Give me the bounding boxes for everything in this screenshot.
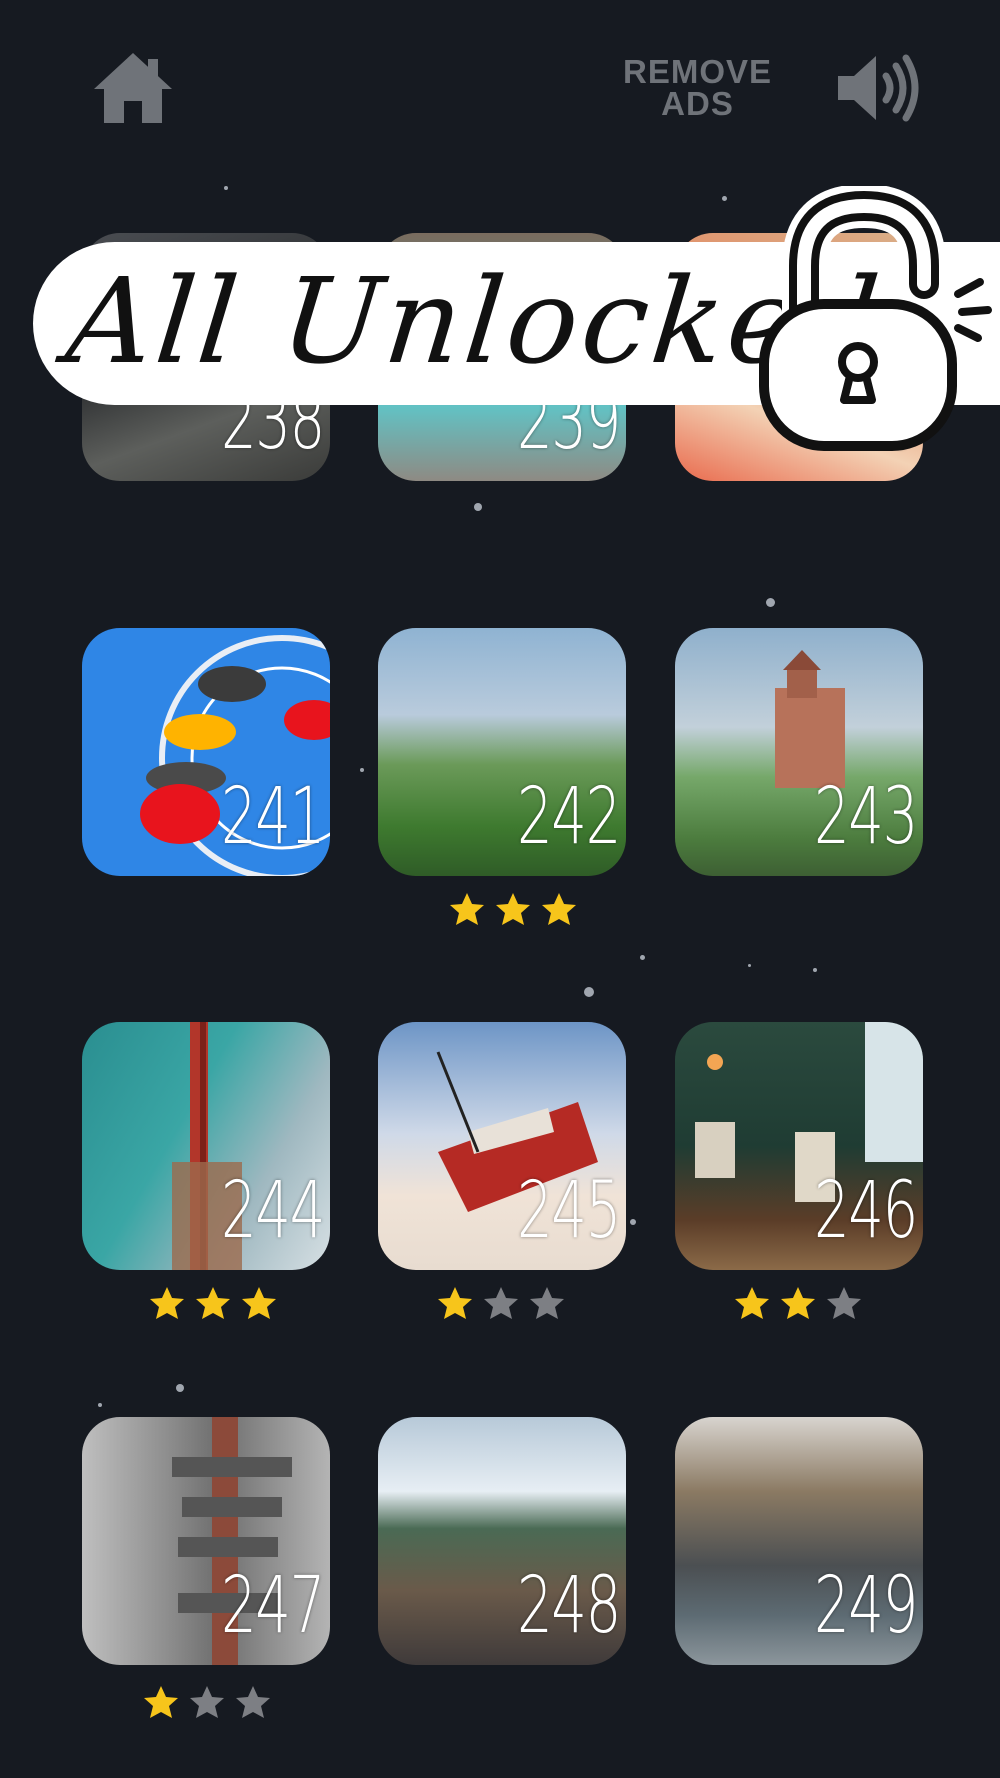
- remove-ads-button[interactable]: REMOVE ADS: [610, 55, 785, 121]
- star-filled-icon: [196, 1287, 230, 1319]
- star-filled-icon: [450, 893, 484, 925]
- sparkle: [98, 1403, 102, 1407]
- level-number: 246: [814, 1166, 918, 1256]
- level-tile[interactable]: 246: [675, 1022, 923, 1270]
- level-number: 243: [814, 772, 918, 862]
- sparkle: [584, 987, 594, 997]
- star-filled-icon: [242, 1287, 276, 1319]
- star-rating: [448, 891, 578, 929]
- sparkle: [360, 768, 364, 772]
- sparkle: [640, 955, 645, 960]
- level-number: 244: [221, 1166, 325, 1256]
- star-empty-icon: [827, 1287, 861, 1319]
- remove-ads-label-line2: ADS: [661, 85, 734, 122]
- level-number: 245: [517, 1166, 621, 1256]
- level-tile[interactable]: 247: [82, 1417, 330, 1665]
- level-number: 241: [221, 772, 325, 862]
- level-tile[interactable]: 243: [675, 628, 923, 876]
- speaker-icon: [837, 54, 918, 122]
- level-number: 242: [517, 772, 621, 862]
- sparkle: [630, 1219, 636, 1225]
- level-tile[interactable]: 242: [378, 628, 626, 876]
- star-rating: [142, 1684, 272, 1722]
- sparkle: [224, 186, 228, 190]
- home-button[interactable]: [88, 45, 178, 130]
- sparkle: [766, 598, 775, 607]
- remove-ads-label-line1: REMOVE: [622, 53, 773, 90]
- star-filled-icon: [496, 893, 530, 925]
- star-rating: [733, 1285, 863, 1323]
- sound-toggle-button[interactable]: [830, 48, 925, 128]
- sparkle: [722, 196, 727, 201]
- star-empty-icon: [484, 1287, 518, 1319]
- star-filled-icon: [542, 893, 576, 925]
- level-tile[interactable]: 249: [675, 1417, 923, 1665]
- unlocked-padlock-icon: [759, 186, 992, 451]
- level-tile[interactable]: 245: [378, 1022, 626, 1270]
- sparkle: [813, 968, 817, 972]
- sparkle: [176, 1384, 184, 1392]
- star-rating: [436, 1285, 566, 1323]
- level-number: 249: [814, 1561, 918, 1651]
- home-icon: [94, 52, 172, 123]
- level-tile[interactable]: 248: [378, 1417, 626, 1665]
- star-empty-icon: [530, 1287, 564, 1319]
- star-filled-icon: [144, 1686, 178, 1718]
- sparkle: [474, 503, 482, 511]
- level-number: 247: [221, 1561, 325, 1651]
- star-filled-icon: [735, 1287, 769, 1319]
- sparkle: [748, 964, 751, 967]
- level-tile[interactable]: 244: [82, 1022, 330, 1270]
- star-empty-icon: [190, 1686, 224, 1718]
- level-number: 248: [517, 1561, 621, 1651]
- star-rating: [148, 1285, 278, 1323]
- level-tile[interactable]: 241: [82, 628, 330, 876]
- star-filled-icon: [781, 1287, 815, 1319]
- star-filled-icon: [438, 1287, 472, 1319]
- star-filled-icon: [150, 1287, 184, 1319]
- star-empty-icon: [236, 1686, 270, 1718]
